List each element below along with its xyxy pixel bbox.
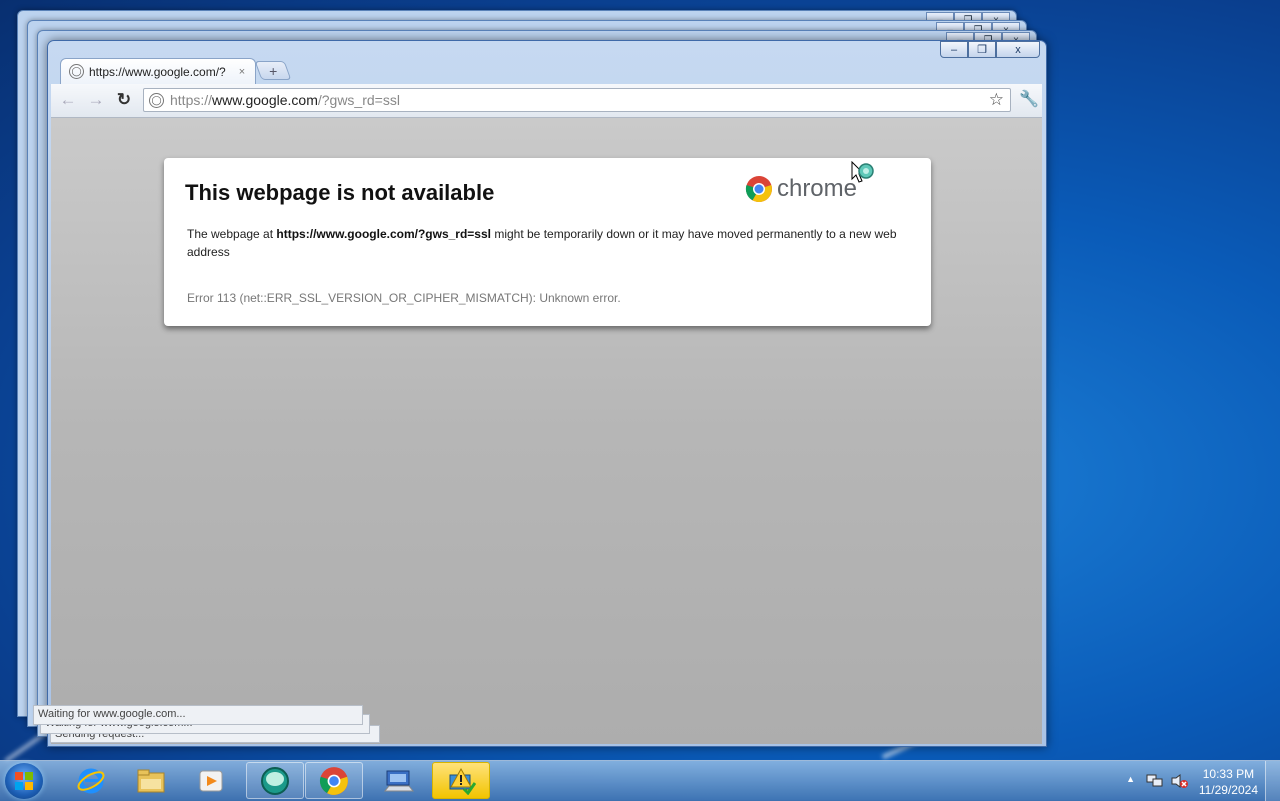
tray-show-hidden-icon[interactable]: ▲ (1126, 774, 1135, 784)
plus-icon: + (268, 62, 278, 79)
close-button[interactable]: x (996, 41, 1040, 58)
internet-explorer-icon (77, 768, 105, 793)
tab-title: https://www.google.com/? (89, 64, 226, 79)
windows-logo-icon (15, 772, 33, 790)
chrome-window: – ❐ x ◯ https://www.google.com/? × + ← →… (33, 40, 1047, 747)
taskbar-remote-desktop[interactable] (370, 762, 428, 799)
show-desktop-button[interactable] (1265, 761, 1280, 801)
clock-date: 11/29/2024 (1198, 783, 1258, 797)
globe-icon: ◯ (149, 92, 164, 108)
minimize-button[interactable]: – (940, 41, 968, 58)
wrench-menu-icon[interactable]: 🔧 (1019, 89, 1039, 109)
error-code: Error 113 (net::ERR_SSL_VERSION_OR_CIPHE… (187, 291, 621, 305)
address-bar[interactable]: ◯ https://www.google.com/?gws_rd=ssl ☆ (143, 88, 1011, 112)
reload-icon: ↻ (116, 90, 132, 109)
taskbar-security-alert[interactable] (432, 762, 490, 799)
url-host: www.google.com (212, 92, 318, 108)
tab-close-icon[interactable]: × (235, 66, 249, 78)
clock-time: 10:33 PM (1202, 767, 1255, 781)
chrome-logo: chrome (745, 175, 857, 203)
reload-button[interactable]: ↻ (113, 89, 135, 111)
window-caption-buttons: – ❐ x (940, 41, 1040, 58)
bookmark-star-icon[interactable]: ☆ (989, 90, 1004, 110)
taskbar-media-player[interactable] (182, 762, 240, 799)
toolbar: ← → ↻ ◯ https://www.google.com/?gws_rd=s… (51, 84, 1042, 118)
status-bubble: Waiting for www.google.com... (33, 705, 363, 725)
taskbar-internet-explorer[interactable] (62, 762, 120, 799)
url-scheme: https:// (170, 92, 213, 108)
new-tab-button[interactable]: + (254, 61, 292, 80)
media-player-icon (199, 770, 223, 791)
volume-muted-icon[interactable] (1170, 773, 1188, 789)
messenger-icon (261, 766, 289, 795)
maximize-button[interactable]: ❐ (968, 41, 996, 58)
tab-google[interactable]: ◯ https://www.google.com/? × (60, 58, 256, 84)
url-path: /?gws_rd=ssl (317, 92, 400, 108)
chrome-logo-icon (745, 176, 772, 203)
security-alert-icon (449, 767, 476, 795)
error-title: This webpage is not available (185, 180, 495, 205)
remote-desktop-icon (383, 770, 415, 791)
taskbar-chrome[interactable] (305, 762, 363, 799)
taskbar: ▲ 10:33 PM 11/29/2024 (0, 760, 1280, 801)
file-explorer-icon (137, 769, 165, 792)
error-card: This webpage is not available chrome The… (164, 158, 931, 326)
message-prefix: The webpage at (187, 227, 277, 241)
forward-arrow-icon: → (87, 90, 105, 109)
back-button[interactable]: ← (57, 89, 79, 111)
busy-cursor-icon (851, 161, 874, 183)
back-arrow-icon: ← (59, 90, 77, 109)
error-message: The webpage at https://www.google.com/?g… (187, 225, 907, 261)
forward-button[interactable]: → (85, 89, 107, 111)
network-icon[interactable] (1146, 773, 1164, 789)
page-content: This webpage is not available chrome The… (33, 118, 1042, 744)
taskbar-messenger[interactable] (246, 762, 304, 799)
taskbar-file-explorer[interactable] (122, 762, 180, 799)
chrome-icon (319, 766, 348, 795)
chrome-logo-text: chrome (776, 175, 857, 202)
message-url: https://www.google.com/?gws_rd=ssl (276, 227, 491, 241)
start-button[interactable] (5, 763, 43, 799)
clock[interactable]: 10:33 PM 11/29/2024 (1199, 766, 1258, 798)
globe-icon: ◯ (69, 64, 84, 79)
